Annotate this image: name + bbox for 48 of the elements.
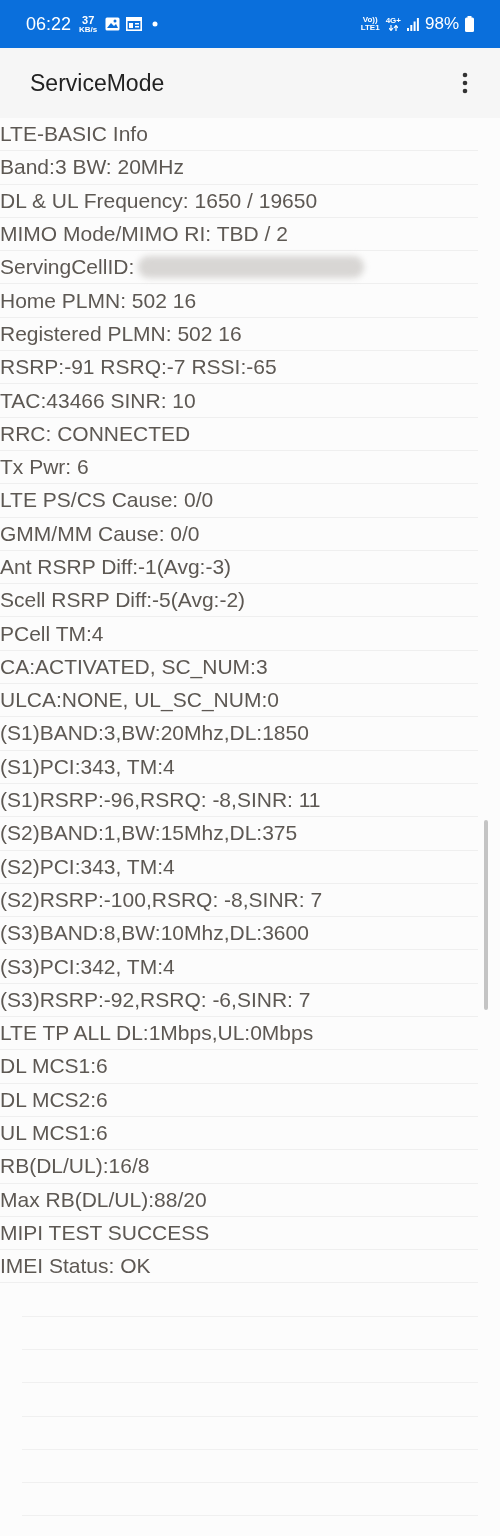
info-text: (S3)BAND:8,BW:10Mhz,DL:3600 [0,921,309,946]
info-text: MIMO Mode/MIMO RI: TBD / 2 [0,222,288,247]
info-text: Tx Pwr: 6 [0,455,89,480]
scrollbar[interactable] [484,820,488,1010]
network-indicator: 4G+ [385,16,401,32]
volte-indicator: Vo)) LTE1 [360,15,380,33]
info-text: Max RB(DL/UL):88/20 [0,1187,207,1212]
info-text: UL MCS1:6 [0,1121,108,1146]
battery-percent: 98% [424,14,459,34]
info-text: (S3)PCI:342, TM:4 [0,954,175,979]
info-text: (S1)BAND:3,BW:20Mhz,DL:1850 [0,721,309,746]
battery-icon [465,16,474,32]
info-text: MIPI TEST SUCCESS [0,1220,210,1245]
info-text: RSRP:-91 RSRQ:-7 RSSI:-65 [0,355,277,380]
info-text: (S2)PCI:343, TM:4 [0,854,175,879]
image-icon [105,17,121,31]
info-text: Scell RSRP Diff:-5(Avg:-2) [0,588,246,613]
info-text: ULCA:NONE, UL_SC_NUM:0 [0,688,279,713]
info-text: (S2)RSRP:-100,RSRQ: -8,SINR: 7 [0,887,323,912]
info-text: Ant RSRP Diff:-1(Avg:-3) [0,555,232,579]
info-text: DL MCS1:6 [0,1054,108,1079]
info-text: RRC: CONNECTED [0,421,191,446]
info-text: DL MCS2:6 [0,1087,108,1112]
info-text: GMM/MM Cause: 0/0 [0,521,200,546]
info-text: CA:ACTIVATED, SC_NUM:3 [0,654,268,679]
info-text: (S3)RSRP:-92,RSRQ: -6,SINR: 7 [0,987,311,1012]
info-text: TAC:43466 SINR: 10 [0,388,196,413]
info-text: (S1)RSRP:-96,RSRQ: -8,SINR: 11 [0,788,321,813]
app-title: ServiceMode [30,69,165,97]
info-text: PCell TM:4 [0,621,104,646]
info-text: ServingCellID: [0,255,135,280]
info-text: (S1)PCI:343, TM:4 [0,754,175,779]
info-text: Band:3 BW: 20MHz [0,155,185,180]
info-text: DL & UL Frequency: 1650 / 19650 [0,188,318,213]
calendar-icon [126,17,143,31]
network-speed: 37 KB/s [79,14,98,34]
more-options-icon [462,72,468,94]
info-text: LTE TP ALL DL:1Mbps,UL:0Mbps [0,1021,314,1046]
info-text: LTE PS/CS Cause: 0/0 [0,488,214,513]
info-text: (S2)BAND:1,BW:15Mhz,DL:375 [0,821,298,846]
data-arrows-icon [388,25,398,32]
info-text: Home PLMN: 502 16 [0,288,197,313]
signal-icon [406,17,419,31]
info-text: IMEI Status: OK [0,1254,151,1279]
info-text: RB(DL/UL):16/8 [0,1154,150,1179]
info-text: Registered PLMN: 502 16 [0,321,242,346]
info-text: LTE-BASIC Info [0,122,148,147]
clock: 06:22 [26,13,72,35]
